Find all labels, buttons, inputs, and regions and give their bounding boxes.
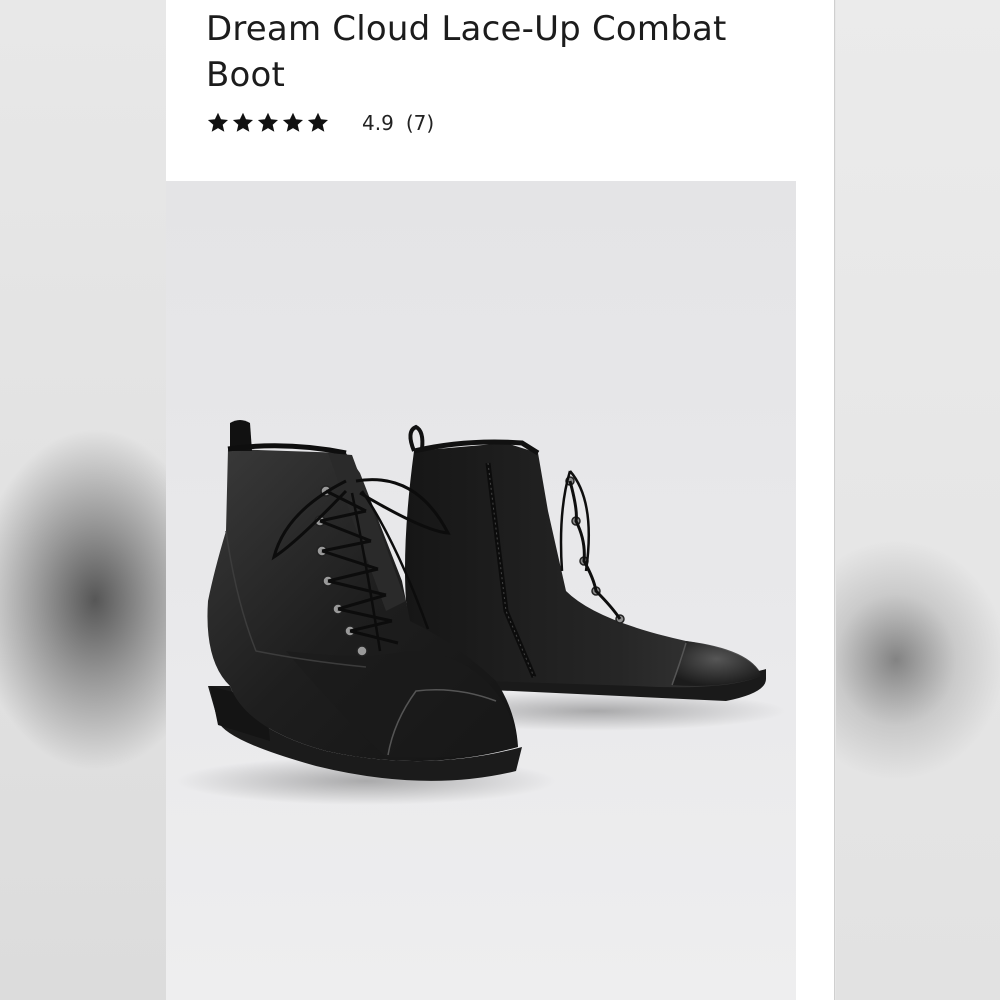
star-icon <box>207 112 228 132</box>
product-card: Dream Cloud Lace-Up Combat Boot 4.9 (7) <box>166 0 835 1000</box>
rating-summary[interactable]: 4.9 (7) <box>206 108 434 138</box>
product-image[interactable] <box>166 181 796 1000</box>
product-header: Dream Cloud Lace-Up Combat Boot 4.9 (7) <box>166 0 834 180</box>
combat-boots-illustration <box>176 420 786 805</box>
review-count[interactable]: (7) <box>406 111 434 135</box>
blurred-backdrop-left <box>0 0 168 1000</box>
star-icon <box>232 112 253 132</box>
blurred-backdrop-right <box>836 0 1000 1000</box>
star-icon <box>307 112 328 132</box>
star-icon <box>282 112 303 132</box>
star-rating <box>206 111 330 135</box>
star-icon <box>257 112 278 132</box>
rating-value: 4.9 <box>362 111 394 135</box>
product-title: Dream Cloud Lace-Up Combat Boot <box>206 9 727 95</box>
